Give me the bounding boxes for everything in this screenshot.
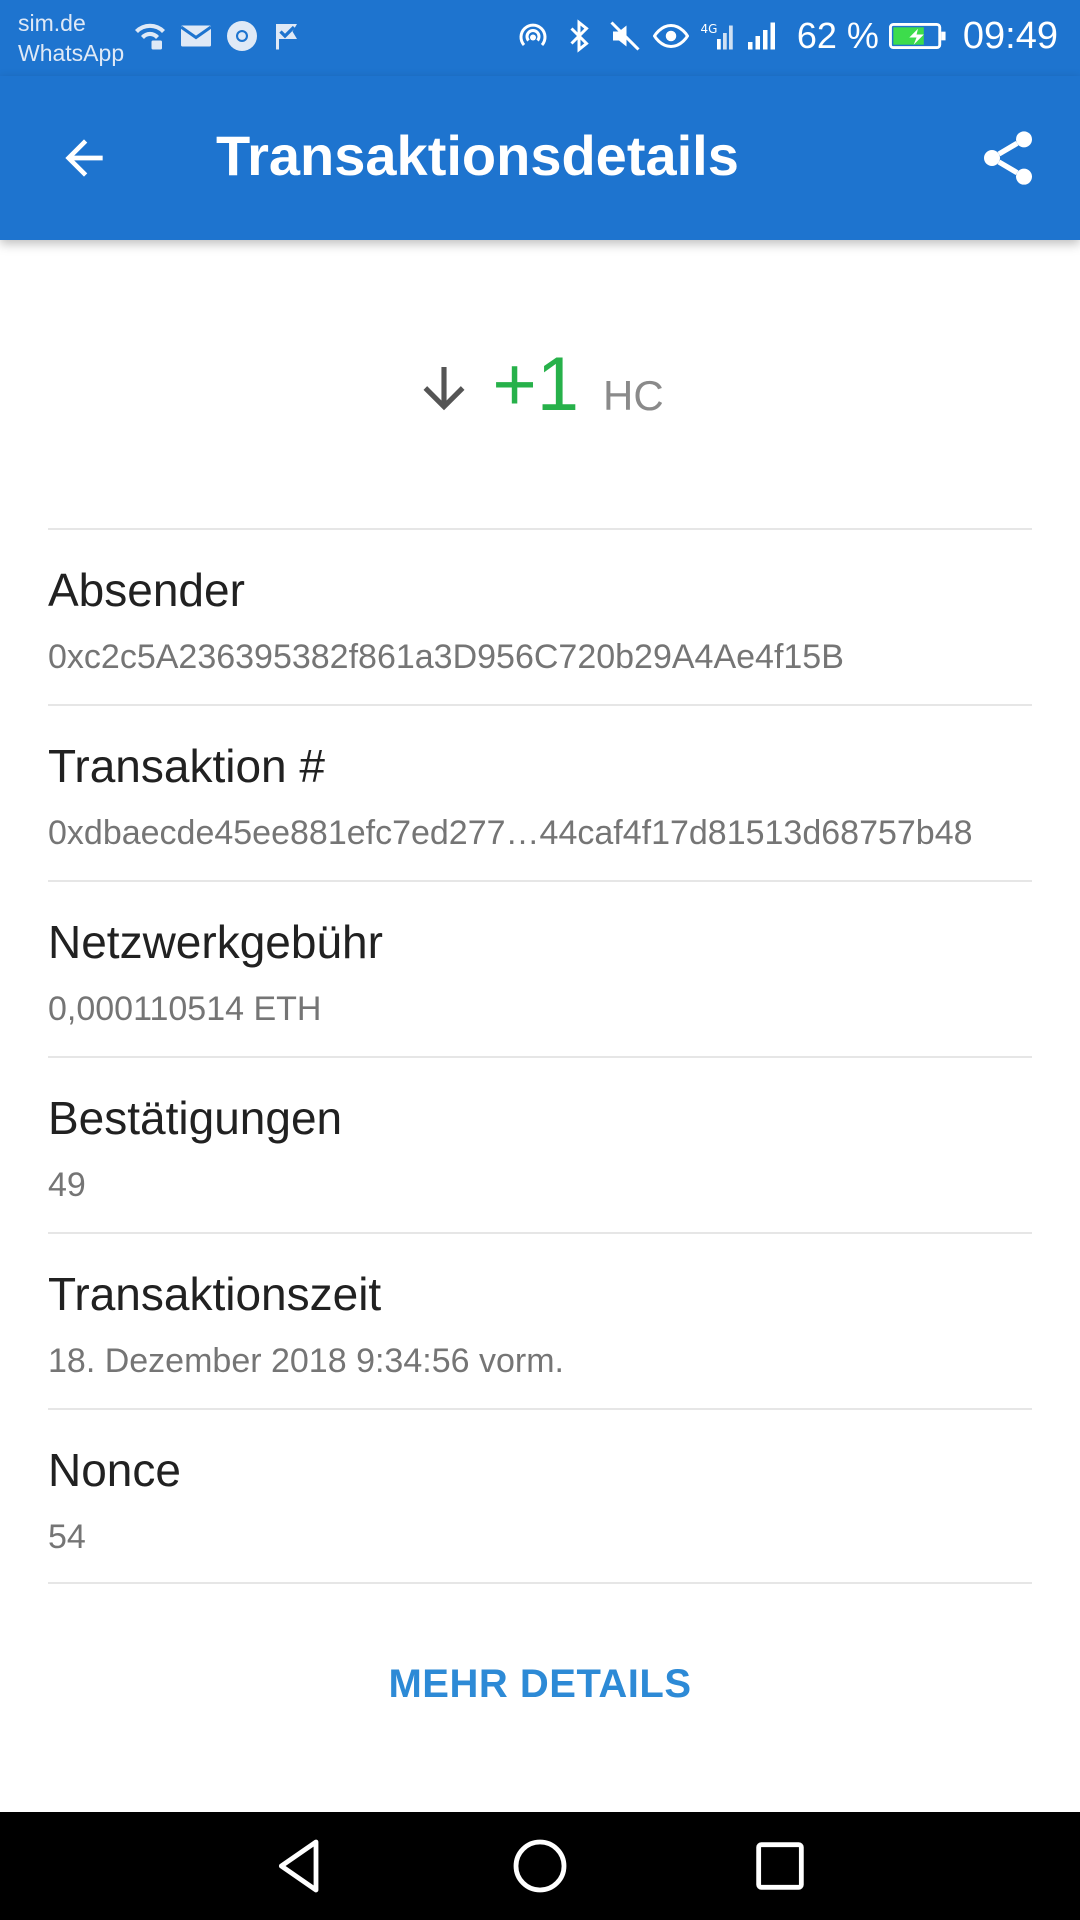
- hotspot-icon: [515, 18, 551, 54]
- detail-row-confirmations: Bestätigungen 49: [48, 1056, 1032, 1232]
- page-title: Transaktionsdetails: [216, 124, 739, 187]
- clock: 09:49: [962, 14, 1058, 57]
- detail-value: 0,000110514 ETH: [48, 990, 322, 1028]
- system-status: 4G 62 % 09:49: [515, 12, 1058, 60]
- signal-icon: [745, 18, 781, 54]
- svg-text:4G: 4G: [700, 22, 717, 36]
- battery-charging-icon: [888, 18, 947, 54]
- nav-back-icon: [278, 1839, 319, 1893]
- share-button[interactable]: [966, 116, 1050, 200]
- notification-icons: [132, 18, 306, 54]
- battery-percent: 62 %: [796, 15, 879, 56]
- detail-row-sender: Absender 0xc2c5A236395382f861a3D956C720b…: [48, 528, 1032, 704]
- arrow-back-icon: [65, 139, 103, 177]
- detail-value: 49: [48, 1166, 86, 1204]
- detail-value: 54: [48, 1518, 86, 1556]
- navigation-bar: [0, 1812, 1080, 1920]
- detail-label: Bestätigungen: [48, 1092, 343, 1144]
- detail-row-network-fee: Netzwerkgebühr 0,000110514 ETH: [48, 880, 1032, 1056]
- chrome-icon: [224, 18, 260, 54]
- nav-recents-button[interactable]: [748, 1834, 812, 1898]
- wifi-lock-icon: [132, 18, 168, 54]
- amount-header: +1 HC: [0, 340, 1080, 440]
- detail-label: Netzwerkgebühr: [48, 916, 383, 968]
- amount-unit: HC: [602, 372, 664, 419]
- mail-icon: [178, 18, 214, 54]
- detail-row-transaction-time: Transaktionszeit 18. Dezember 2018 9:34:…: [48, 1232, 1032, 1408]
- eye-icon: [652, 18, 689, 54]
- detail-row-transaction-hash: Transaktion # 0xdbaecde45ee881efc7ed277……: [48, 704, 1032, 880]
- detail-label: Transaktionszeit: [48, 1268, 382, 1320]
- nav-home-button[interactable]: [508, 1834, 572, 1898]
- transaction-details: Absender 0xc2c5A236395382f861a3D956C720b…: [48, 528, 1032, 1584]
- app-bar: Transaktionsdetails: [0, 76, 1080, 240]
- nav-home-icon: [513, 1839, 567, 1893]
- check-flag-icon: [270, 18, 306, 54]
- detail-value[interactable]: 0xc2c5A236395382f861a3D956C720b29A4Ae4f1…: [48, 636, 844, 678]
- back-button[interactable]: [44, 118, 124, 198]
- status-bar: sim.de WhatsApp 4G 62 % 09:49: [0, 0, 1080, 76]
- detail-value[interactable]: 0xdbaecde45ee881efc7ed277…44caf4f17d8151…: [48, 812, 973, 854]
- carrier-sub: WhatsApp: [18, 40, 125, 66]
- detail-value: 18. Dezember 2018 9:34:56 vorm.: [48, 1342, 564, 1380]
- amount-value: +1: [492, 342, 579, 427]
- nav-back-button[interactable]: [268, 1834, 332, 1898]
- detail-label: Transaktion #: [48, 740, 325, 792]
- detail-row-nonce: Nonce 54: [48, 1408, 1032, 1584]
- carrier-info: sim.de WhatsApp: [18, 8, 124, 68]
- share-icon: [984, 131, 1032, 185]
- bluetooth-icon: [561, 18, 597, 54]
- signal-4g-icon: 4G: [699, 18, 735, 54]
- mute-icon: [607, 18, 643, 54]
- more-details-button[interactable]: MEHR DETAILS: [340, 1650, 740, 1718]
- arrow-down-icon: [416, 358, 472, 418]
- detail-label: Nonce: [48, 1444, 181, 1496]
- carrier-name: sim.de: [18, 10, 86, 36]
- nav-recents-icon: [756, 1842, 804, 1890]
- detail-label: Absender: [48, 564, 245, 616]
